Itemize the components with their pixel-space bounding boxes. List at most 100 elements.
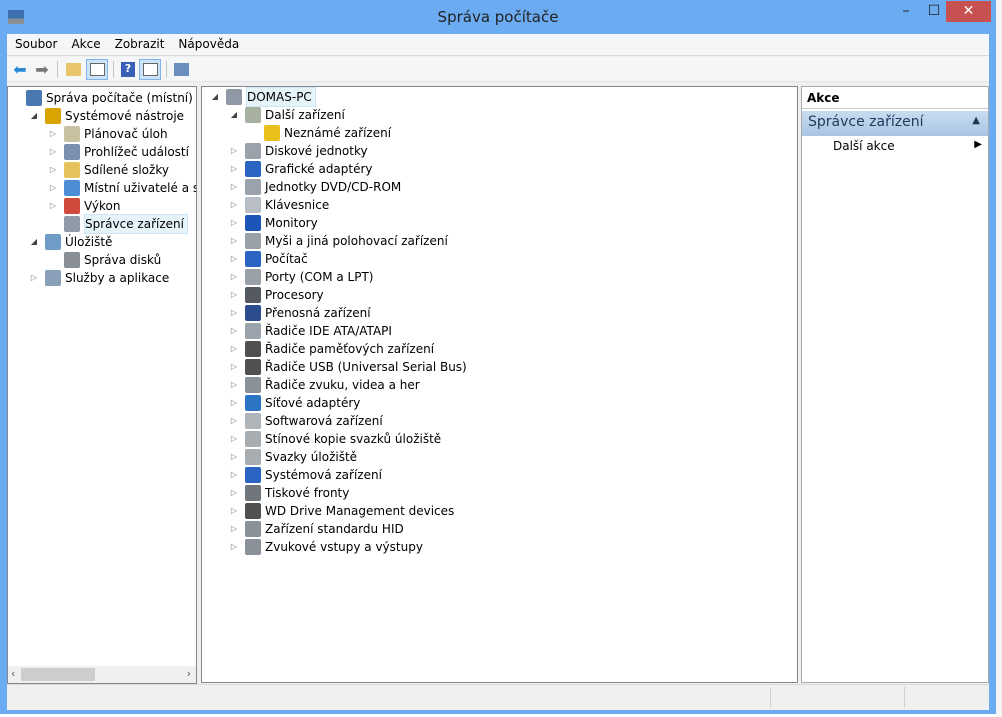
- tree-item[interactable]: Správa počítače (místní): [10, 89, 193, 107]
- help-button[interactable]: ?: [117, 59, 139, 80]
- tree-item[interactable]: ▷ Služby a aplikace: [29, 269, 169, 287]
- menu-akce[interactable]: Akce: [63, 34, 106, 51]
- expand-arrow-icon[interactable]: ▷: [229, 376, 239, 394]
- collapse-arrow-icon[interactable]: ◢: [210, 88, 220, 106]
- expand-arrow-icon[interactable]: ▷: [48, 125, 58, 143]
- tree-item[interactable]: ▷ Zařízení standardu HID: [229, 520, 404, 538]
- scroll-right-arrow[interactable]: ›: [187, 667, 191, 680]
- tree-item[interactable]: Správa disků: [48, 251, 161, 269]
- actions-section-device-manager[interactable]: Správce zařízení ▲: [802, 111, 988, 136]
- scrollbar-thumb[interactable]: [21, 668, 95, 681]
- tree-item[interactable]: ▷ Síťové adaptéry: [229, 394, 360, 412]
- forward-button[interactable]: ➡: [31, 59, 53, 80]
- tree-item[interactable]: ▷ Řadiče zvuku, videa a her: [229, 376, 420, 394]
- expand-arrow-icon[interactable]: ▷: [229, 358, 239, 376]
- tree-item[interactable]: ▷ Monitory: [229, 214, 318, 232]
- expand-arrow-icon[interactable]: ▷: [229, 340, 239, 358]
- tree-item[interactable]: ▷ Grafické adaptéry: [229, 160, 373, 178]
- tree-item[interactable]: ▷ Klávesnice: [229, 196, 329, 214]
- monitor-icon: [245, 215, 261, 231]
- collapse-arrow-icon[interactable]: ◢: [29, 107, 39, 125]
- tree-item[interactable]: ▷ Svazky úložiště: [229, 448, 357, 466]
- expand-arrow-icon[interactable]: ▷: [229, 250, 239, 268]
- scroll-left-arrow[interactable]: ‹: [11, 667, 15, 680]
- expand-arrow-icon[interactable]: ▷: [229, 178, 239, 196]
- expand-arrow-icon[interactable]: ▷: [48, 179, 58, 197]
- expand-arrow-icon[interactable]: ▷: [229, 520, 239, 538]
- tree-item-label: Systémová zařízení: [265, 468, 382, 482]
- expand-arrow-icon[interactable]: ▷: [229, 142, 239, 160]
- expand-arrow-icon[interactable]: ▷: [229, 214, 239, 232]
- printer-icon: [245, 485, 261, 501]
- close-button[interactable]: ✕: [946, 1, 991, 22]
- tree-item[interactable]: ▷ Softwarová zařízení: [229, 412, 383, 430]
- maximize-button[interactable]: ☐: [921, 1, 947, 22]
- tree-item[interactable]: ▷ Plánovač úloh: [48, 125, 168, 143]
- tree-item[interactable]: ◢ Systémové nástroje: [29, 107, 184, 125]
- status-divider: [904, 687, 905, 707]
- clock-icon: [64, 126, 80, 142]
- expand-arrow-icon[interactable]: ▷: [229, 538, 239, 556]
- expand-arrow-icon[interactable]: ▷: [48, 161, 58, 179]
- expand-arrow-icon[interactable]: ▷: [229, 160, 239, 178]
- expand-arrow-icon[interactable]: ▷: [229, 502, 239, 520]
- tree-item[interactable]: ▷ Prohlížeč událostí: [48, 143, 189, 161]
- tree-item[interactable]: ◢ Další zařízení: [229, 106, 345, 124]
- tree-item[interactable]: ▷ Systémová zařízení: [229, 466, 382, 484]
- tree-item[interactable]: ▷ Zvukové vstupy a výstupy: [229, 538, 423, 556]
- properties-button[interactable]: [170, 59, 192, 80]
- tree-item[interactable]: ▷ Jednotky DVD/CD-ROM: [229, 178, 401, 196]
- menu-zobrazit[interactable]: Zobrazit: [107, 34, 171, 51]
- tree-item[interactable]: ▷ Počítač: [229, 250, 308, 268]
- expand-arrow-icon[interactable]: ▷: [29, 269, 39, 287]
- menu-soubor[interactable]: Soubor: [7, 34, 63, 51]
- expand-arrow-icon[interactable]: ▷: [48, 197, 58, 215]
- tree-item[interactable]: ▷ Tiskové fronty: [229, 484, 349, 502]
- tree-item[interactable]: ◢ Úložiště: [29, 233, 112, 251]
- tree-item[interactable]: ▷ Procesory: [229, 286, 324, 304]
- toolbar-separator: [166, 61, 167, 78]
- collapse-up-icon[interactable]: ▲: [972, 115, 980, 126]
- tree-item[interactable]: ▷ Řadiče IDE ATA/ATAPI: [229, 322, 392, 340]
- collapse-arrow-icon[interactable]: ◢: [29, 233, 39, 251]
- tree-item[interactable]: ▷ Řadiče USB (Universal Serial Bus): [229, 358, 467, 376]
- minimize-button[interactable]: –: [893, 1, 919, 22]
- collapse-arrow-icon[interactable]: ◢: [229, 106, 239, 124]
- expand-arrow-icon[interactable]: ▷: [229, 394, 239, 412]
- expand-arrow-icon[interactable]: ▷: [229, 232, 239, 250]
- tree-item[interactable]: ▷ Řadiče paměťových zařízení: [229, 340, 434, 358]
- tree-item[interactable]: ▷ Myši a jiná polohovací zařízení: [229, 232, 448, 250]
- horizontal-scrollbar[interactable]: ‹ ›: [8, 666, 196, 683]
- back-icon: ⬅: [13, 60, 27, 79]
- show-hide-action-button[interactable]: [139, 59, 161, 80]
- back-button[interactable]: ⬅: [9, 59, 31, 80]
- show-hide-tree-button[interactable]: [86, 59, 108, 80]
- more-actions-item[interactable]: Další akce ▶: [802, 139, 988, 157]
- expand-arrow-icon[interactable]: ▷: [229, 448, 239, 466]
- tree-item[interactable]: ▷ Porty (COM a LPT): [229, 268, 373, 286]
- expand-arrow-icon[interactable]: ▷: [229, 430, 239, 448]
- up-button[interactable]: [62, 59, 84, 80]
- title-bar[interactable]: Správa počítače – ☐ ✕: [0, 0, 996, 34]
- expand-arrow-icon[interactable]: ▷: [229, 322, 239, 340]
- tree-item[interactable]: ▷ Přenosná zařízení: [229, 304, 371, 322]
- tree-item[interactable]: ▷ Stínové kopie svazků úložiště: [229, 430, 441, 448]
- expand-arrow-icon[interactable]: ▷: [229, 268, 239, 286]
- tree-item[interactable]: ◢ DOMAS-PC: [210, 87, 316, 107]
- expand-arrow-icon[interactable]: ▷: [229, 286, 239, 304]
- expand-arrow-icon[interactable]: ▷: [229, 466, 239, 484]
- expand-arrow-icon[interactable]: ▷: [229, 196, 239, 214]
- expand-arrow-icon[interactable]: ▷: [229, 304, 239, 322]
- help-icon: ?: [121, 62, 135, 77]
- tree-item[interactable]: Správce zařízení: [48, 214, 188, 234]
- tree-item[interactable]: ▷ Sdílené složky: [48, 161, 169, 179]
- tree-item[interactable]: ▷ WD Drive Management devices: [229, 502, 454, 520]
- expand-arrow-icon[interactable]: ▷: [229, 484, 239, 502]
- tree-item[interactable]: Neznámé zařízení: [248, 124, 391, 142]
- expand-arrow-icon[interactable]: ▷: [48, 143, 58, 161]
- expand-arrow-icon[interactable]: ▷: [229, 412, 239, 430]
- tree-item[interactable]: ▷ Výkon: [48, 197, 120, 215]
- tree-item[interactable]: ▷ Místní uživatelé a skupiny: [48, 179, 196, 197]
- menu-napoveda[interactable]: Nápověda: [170, 34, 245, 51]
- tree-item[interactable]: ▷ Diskové jednotky: [229, 142, 368, 160]
